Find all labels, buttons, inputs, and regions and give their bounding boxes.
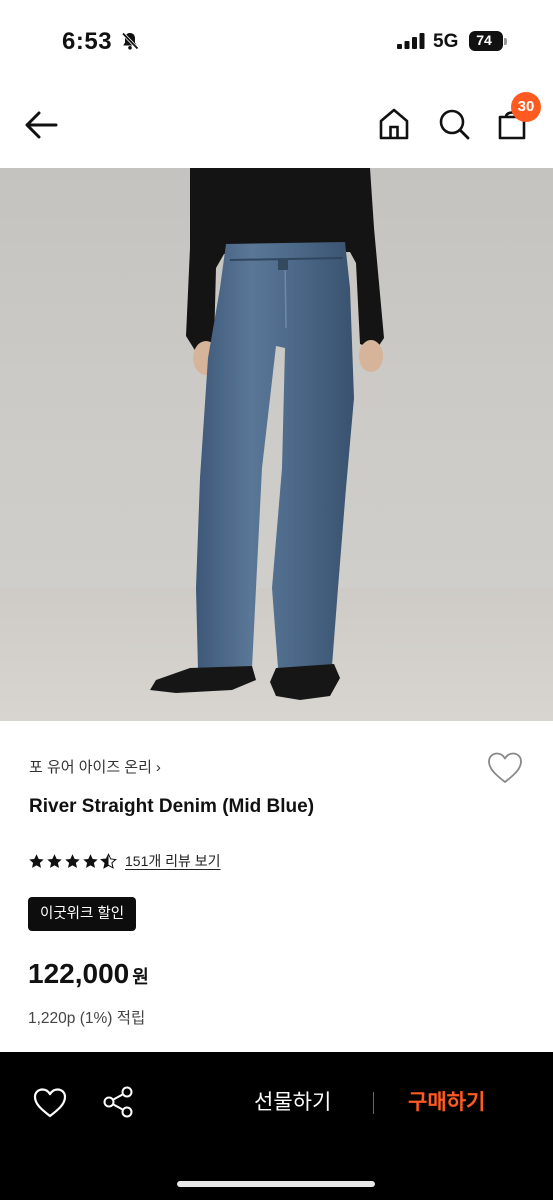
star-rating	[28, 852, 117, 870]
product-photo	[0, 168, 553, 721]
heart-icon[interactable]	[32, 1086, 68, 1120]
currency: 원	[132, 967, 149, 987]
battery-level: 74	[476, 32, 492, 48]
star-icon	[65, 853, 80, 868]
product-image[interactable]	[0, 168, 553, 721]
gift-button[interactable]: 선물하기	[254, 1086, 331, 1116]
search-icon[interactable]	[436, 106, 472, 142]
home-indicator[interactable]	[177, 1181, 375, 1187]
star-icon	[83, 853, 98, 868]
home-icon[interactable]	[376, 106, 412, 142]
rating-row: 151개 리뷰 보기	[28, 850, 221, 872]
top-navigation	[0, 80, 553, 168]
divider	[373, 1092, 374, 1114]
price-row: 122,000 원	[28, 958, 149, 990]
network-label: 5G	[433, 31, 459, 52]
bottom-action-bar: 선물하기 구매하기	[0, 1052, 553, 1200]
bell-off-icon	[121, 32, 139, 50]
brand-link[interactable]: 포 유어 아이즈 온리 ›	[29, 756, 161, 777]
signal-icon	[397, 33, 425, 49]
star-icon	[47, 853, 62, 868]
promo-badge: 이굿위크 할인	[28, 897, 137, 931]
star-icon	[29, 853, 44, 868]
points-info: 1,220p (1%) 적립	[28, 1010, 146, 1027]
back-arrow-icon[interactable]	[22, 108, 62, 142]
status-time: 6:53	[62, 28, 113, 55]
battery-icon: 74	[469, 31, 507, 51]
chevron-right-icon: ›	[155, 759, 161, 776]
heart-icon[interactable]	[486, 750, 524, 786]
star-half-icon	[100, 852, 117, 869]
brand-name: 포 유어 아이즈 온리	[29, 759, 152, 776]
cart-count-badge: 30	[511, 92, 541, 122]
status-bar: 6:53 5G 74	[0, 0, 553, 80]
price: 122,000	[28, 958, 130, 989]
review-link[interactable]: 151개 리뷰 보기	[125, 851, 221, 871]
buy-button[interactable]: 구매하기	[408, 1086, 485, 1116]
product-name: River Straight Denim (Mid Blue)	[29, 796, 315, 817]
share-icon[interactable]	[100, 1084, 136, 1120]
